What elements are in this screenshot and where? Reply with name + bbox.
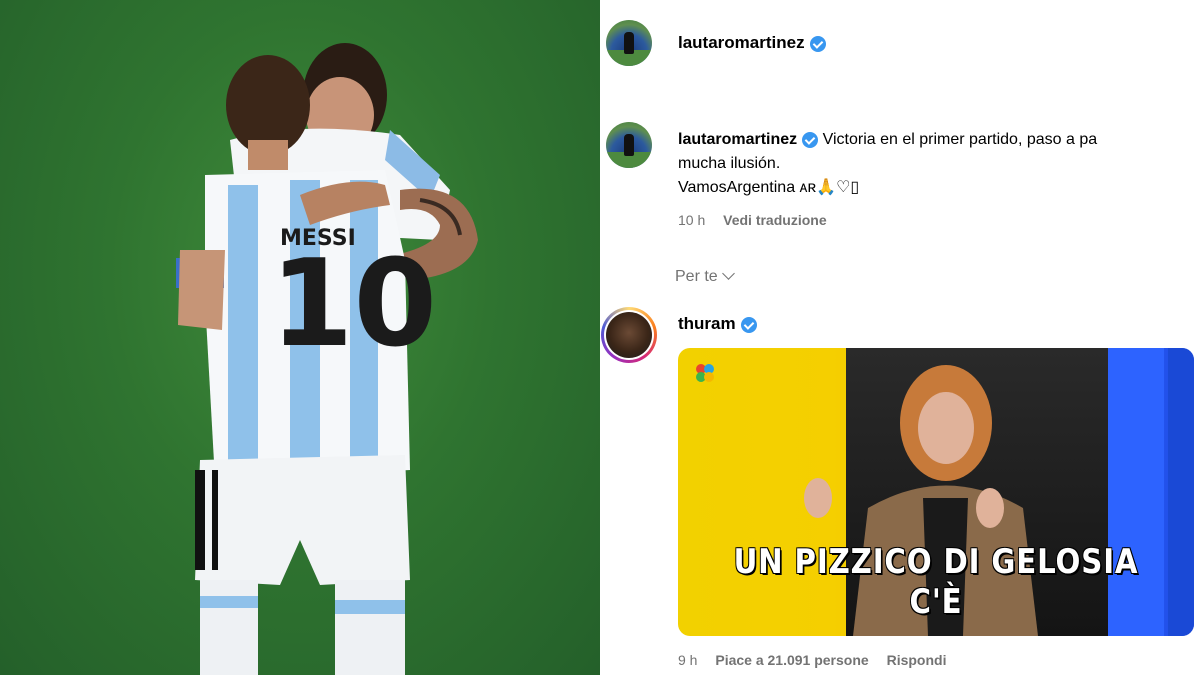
post-timestamp: 10 h (678, 212, 706, 228)
caption-first-line: lautaromartinez Victoria en el primer pa… (678, 128, 1200, 152)
commenter-username[interactable]: thuram (678, 314, 736, 333)
comment-author[interactable]: thuram (678, 314, 757, 334)
caption-line-1: Victoria en el primer partido, paso a pa (822, 131, 1098, 148)
comments-sort-label: Per te (675, 268, 718, 285)
author-avatar[interactable] (606, 20, 652, 66)
comment-timestamp: 9 h (678, 652, 698, 668)
caption-line-2: mucha ilusión. (678, 155, 781, 172)
verified-badge-icon (809, 35, 826, 52)
post-caption: lautaromartinez Victoria en el primer pa… (678, 128, 1200, 200)
comment-likes-link[interactable]: Piace a 21.091 persone (715, 652, 868, 668)
verified-badge-icon (740, 316, 757, 333)
caption-line-3: VamosArgentina ᴀʀ🙏♡▯ (678, 179, 860, 196)
chevron-down-icon (721, 267, 735, 280)
author-username[interactable]: lautaromartinez (678, 33, 805, 52)
post-photo: 10 MESSI (0, 0, 600, 675)
commenter-avatar[interactable] (606, 312, 652, 358)
gif-caption: UN PIZZICO DI GELOSIA C'È (733, 542, 1139, 622)
caption-avatar[interactable] (606, 122, 652, 168)
post-author-header[interactable]: lautaromartinez (678, 33, 826, 53)
jersey-number: 10 (270, 235, 437, 374)
comment-meta: 9 h Piace a 21.091 persone Rispondi (678, 652, 960, 668)
verified-badge-icon (802, 131, 819, 148)
comments-sort-dropdown[interactable]: Per te (675, 267, 747, 286)
comment-gif[interactable]: UN PIZZICO DI GELOSIA C'È (678, 348, 1194, 636)
jersey-name: MESSI (280, 226, 356, 251)
players-hug-illustration: 10 MESSI (176, 43, 478, 675)
reply-button[interactable]: Rispondi (887, 652, 947, 668)
caption-username[interactable]: lautaromartinez (678, 131, 797, 148)
caption-meta: 10 h Vedi traduzione (678, 212, 841, 228)
see-translation-link[interactable]: Vedi traduzione (723, 212, 826, 228)
